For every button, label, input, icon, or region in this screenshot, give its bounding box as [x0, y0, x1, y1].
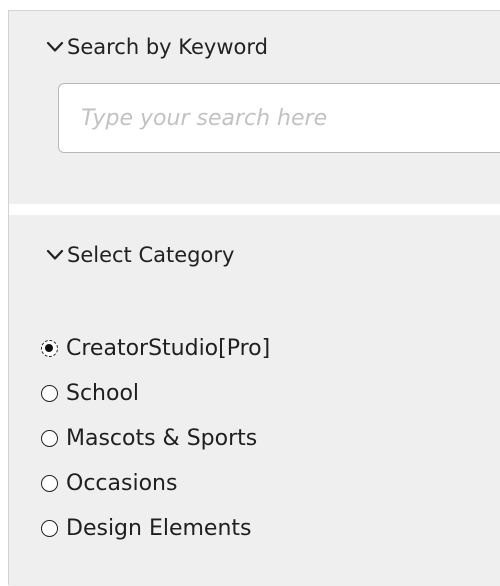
- radio-checked-icon[interactable]: [41, 340, 58, 357]
- section-divider: [9, 204, 500, 215]
- chevron-down-icon: [46, 41, 64, 52]
- category-panel: Select Category CreatorStudio[Pro] Schoo…: [9, 215, 500, 586]
- category-option-label: Design Elements: [66, 516, 252, 541]
- category-option-design-elements[interactable]: Design Elements: [41, 506, 270, 551]
- chevron-down-icon: [46, 249, 64, 260]
- category-option-creatorstudio-pro[interactable]: CreatorStudio[Pro]: [41, 326, 270, 371]
- category-section-header[interactable]: Select Category: [46, 243, 234, 267]
- category-section-title: Select Category: [67, 243, 235, 267]
- search-section-title: Search by Keyword: [67, 35, 268, 59]
- search-panel-clip: Search by Keyword: [9, 11, 500, 204]
- category-option-mascots-sports[interactable]: Mascots & Sports: [41, 416, 270, 461]
- category-radio-group: CreatorStudio[Pro] School Mascots & Spor…: [41, 326, 270, 551]
- category-option-school[interactable]: School: [41, 371, 270, 416]
- category-option-occasions[interactable]: Occasions: [41, 461, 270, 506]
- category-option-label: School: [66, 381, 140, 406]
- filter-sidebar: Search by Keyword Select Category Creato…: [8, 10, 500, 586]
- radio-unchecked-icon[interactable]: [41, 475, 58, 492]
- search-panel: Search by Keyword: [9, 11, 500, 204]
- category-option-label: Occasions: [66, 471, 178, 496]
- radio-unchecked-icon[interactable]: [41, 385, 58, 402]
- radio-unchecked-icon[interactable]: [41, 520, 58, 537]
- search-input[interactable]: [58, 83, 500, 153]
- category-option-label: CreatorStudio[Pro]: [66, 336, 271, 361]
- search-section-header[interactable]: Search by Keyword: [46, 35, 268, 59]
- category-option-label: Mascots & Sports: [66, 426, 258, 451]
- radio-unchecked-icon[interactable]: [41, 430, 58, 447]
